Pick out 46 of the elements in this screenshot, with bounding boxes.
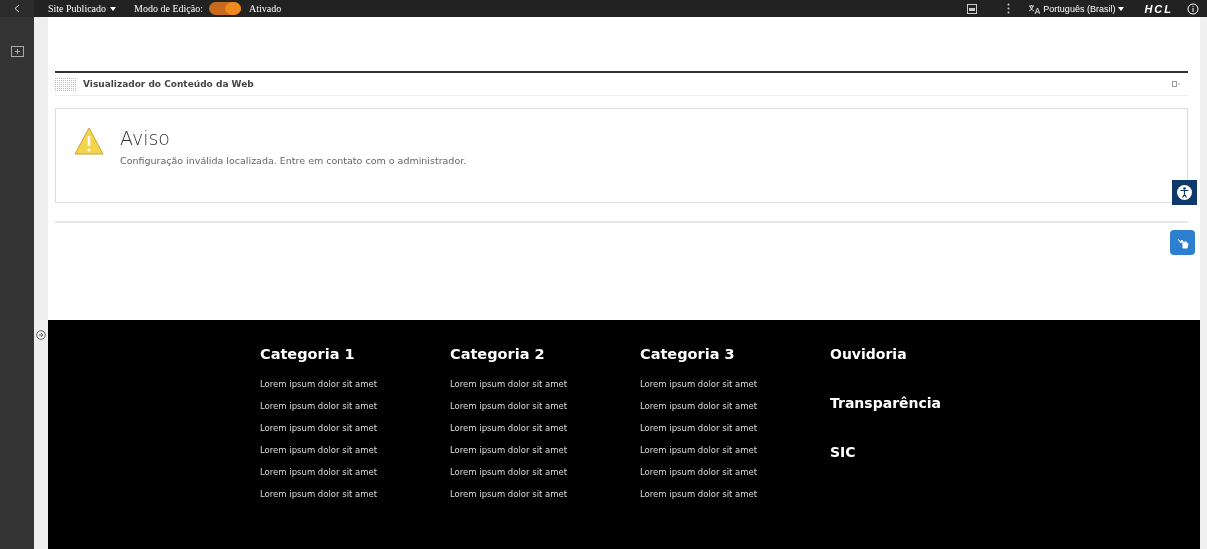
footer-link[interactable]: Lorem ipsum dolor sit amet — [450, 423, 568, 434]
footer-link[interactable]: Transparência — [830, 395, 942, 411]
language-menu[interactable]: Português (Brasil) — [1028, 3, 1125, 14]
footer-link[interactable]: Ouvidoria — [830, 346, 907, 362]
edit-mode-state: Ativado — [248, 3, 282, 14]
grid-icon — [55, 77, 77, 91]
alert-message: Configuração inválida localizada. Entre em contato com o administrador. — [120, 155, 467, 166]
arrow-circle-icon[interactable] — [36, 330, 46, 340]
footer-link[interactable]: Lorem ipsum dolor sit amet — [260, 401, 378, 412]
footer-link[interactable]: Lorem ipsum dolor sit amet — [260, 423, 378, 434]
logo: HCL — [1144, 2, 1173, 15]
footer-heading: Categoria 2 — [450, 346, 545, 362]
footer-link[interactable]: Lorem ipsum dolor sit amet — [260, 467, 378, 478]
footer-heading: Categoria 1 — [260, 346, 355, 362]
footer-link[interactable]: Lorem ipsum dolor sit amet — [640, 423, 758, 434]
edit-mode-toggle[interactable] — [208, 2, 241, 15]
add-icon[interactable] — [10, 46, 24, 57]
footer-link[interactable]: Lorem ipsum dolor sit amet — [450, 489, 568, 500]
translate-icon — [1028, 3, 1041, 14]
caret-icon — [1118, 6, 1125, 11]
footer-link[interactable]: Lorem ipsum dolor sit amet — [260, 379, 378, 390]
footer-link[interactable]: Lorem ipsum dolor sit amet — [640, 445, 758, 456]
edit-mode-label: Modo de Edição: — [134, 3, 203, 14]
footer-link[interactable]: Lorem ipsum dolor sit amet — [450, 401, 568, 412]
footer-heading: Categoria 3 — [640, 346, 735, 362]
footer-link[interactable]: Lorem ipsum dolor sit amet — [450, 445, 568, 456]
accessibility-button[interactable] — [1172, 180, 1197, 205]
footer-link[interactable]: Lorem ipsum dolor sit amet — [450, 379, 568, 390]
footer-link[interactable]: Lorem ipsum dolor sit amet — [640, 401, 758, 412]
footer-link[interactable]: Lorem ipsum dolor sit amet — [640, 489, 758, 500]
portlet-title: Visualizador do Conteúdo da Web — [83, 79, 254, 89]
footer-link[interactable]: Lorem ipsum dolor sit amet — [450, 467, 568, 478]
footer-link[interactable]: Lorem ipsum dolor sit amet — [640, 467, 758, 478]
footer-link[interactable]: Lorem ipsum dolor sit amet — [260, 445, 378, 456]
scrollbar[interactable] — [1200, 17, 1207, 549]
caret-icon — [110, 6, 117, 11]
site-menu[interactable]: Site Publicado — [44, 3, 121, 14]
alert-title: Aviso — [120, 127, 171, 149]
portlet-menu-icon[interactable] — [1172, 81, 1180, 87]
sign-language-button[interactable] — [1170, 230, 1195, 255]
footer-link[interactable]: Lorem ipsum dolor sit amet — [260, 489, 378, 500]
accessibility-icon — [1176, 184, 1193, 201]
footer-link[interactable]: Lorem ipsum dolor sit amet — [640, 379, 758, 390]
footer-link[interactable]: SIC — [830, 444, 856, 460]
chevron-left-icon — [14, 4, 20, 13]
warning-icon — [74, 127, 104, 155]
